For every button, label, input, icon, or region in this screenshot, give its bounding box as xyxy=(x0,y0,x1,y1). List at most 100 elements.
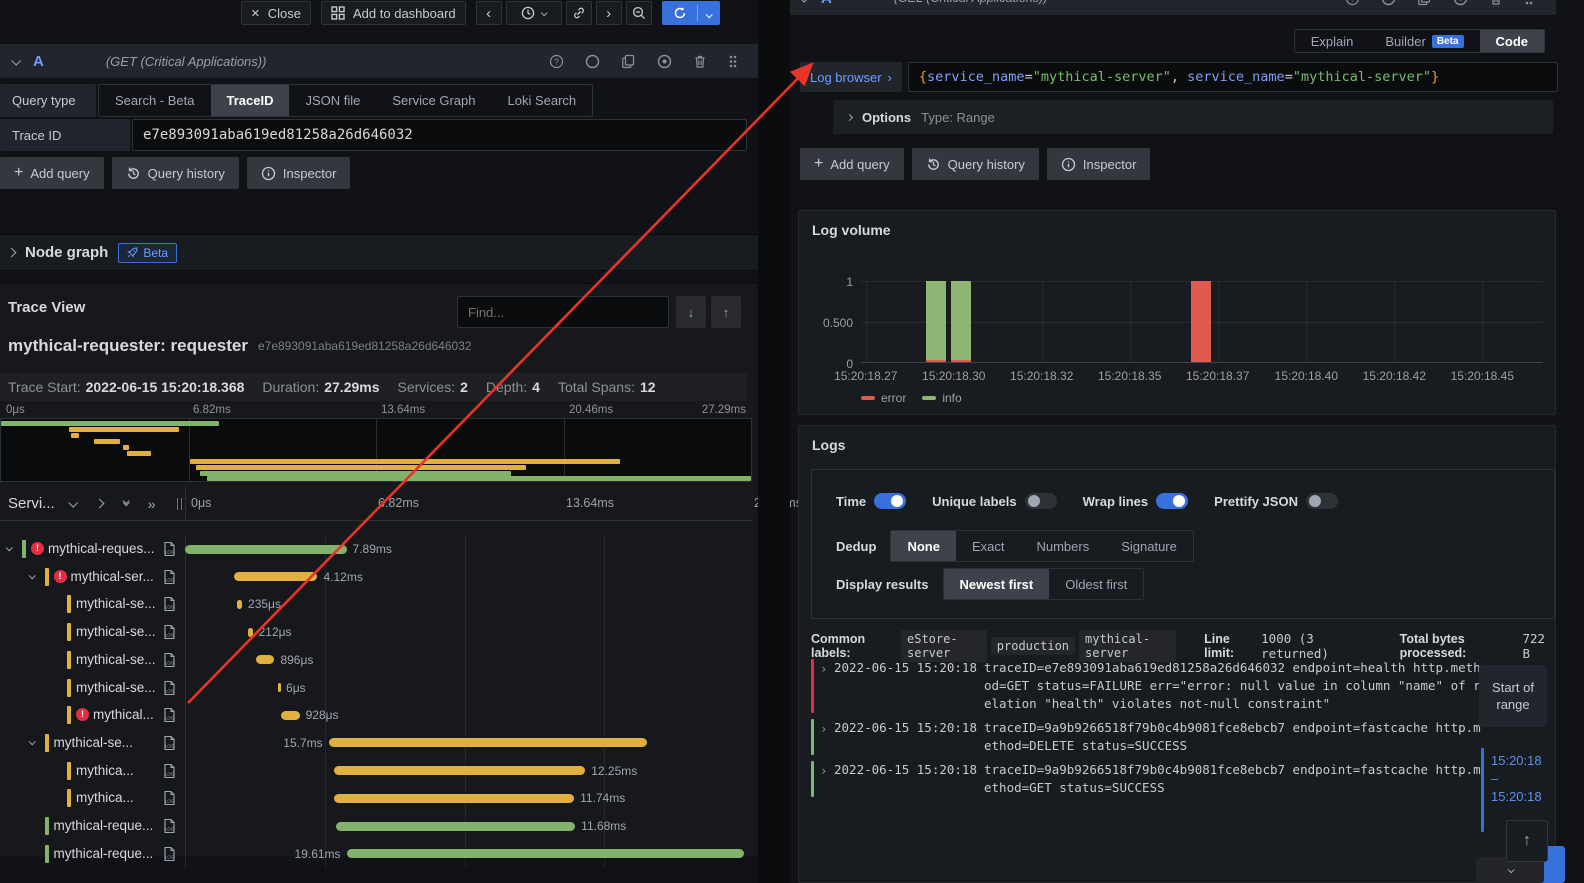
span-log-icon[interactable]: LOG xyxy=(162,790,177,809)
time-back-button[interactable]: ‹ xyxy=(476,1,502,25)
span-duration-bar[interactable] xyxy=(334,766,586,775)
span-row[interactable]: mythical-se...LOG212μs xyxy=(0,618,752,646)
legend-item-info[interactable]: info xyxy=(922,391,961,405)
query-type-tab-loki-search[interactable]: Loki Search xyxy=(491,85,592,116)
span-row[interactable]: !mythical...LOG928μs xyxy=(0,701,752,729)
time-range-picker[interactable] xyxy=(506,1,562,25)
span-name[interactable]: mythical-reques... xyxy=(48,541,155,556)
find-next-button[interactable]: ↓ xyxy=(676,296,706,328)
display-option-oldest-first[interactable]: Oldest first xyxy=(1049,569,1143,599)
span-duration-bar[interactable] xyxy=(329,738,648,747)
span-duration-bar[interactable] xyxy=(185,545,347,554)
disable-query-icon[interactable] xyxy=(585,54,600,69)
common-label-badge[interactable]: eStore-server xyxy=(901,630,987,662)
scroll-to-top-button[interactable]: ↑ xyxy=(1506,820,1548,862)
trace-id-input[interactable] xyxy=(132,119,747,151)
disable-query-icon[interactable] xyxy=(1381,0,1396,6)
inspector-button[interactable]: Inspector xyxy=(247,157,350,189)
add-query-button[interactable]: + Add query xyxy=(0,157,104,189)
span-log-icon[interactable]: LOG xyxy=(162,624,177,643)
span-row[interactable]: !mythical-reques...LOG7.89ms xyxy=(0,535,752,563)
span-name[interactable]: mythical-se... xyxy=(76,596,156,611)
left-query-row-header[interactable]: A (GET (Critical Applications)) ? xyxy=(0,44,758,78)
span-duration-bar[interactable] xyxy=(334,794,574,803)
span-name[interactable]: mythical-reque... xyxy=(54,818,154,833)
common-label-badge[interactable]: mythical-server xyxy=(1079,630,1176,662)
span-log-icon[interactable]: LOG xyxy=(162,652,177,671)
close-split-button[interactable]: × Close xyxy=(241,1,311,25)
query-history-button[interactable]: Query history xyxy=(112,157,239,189)
time-forward-button[interactable]: › xyxy=(596,1,622,25)
drag-handle-icon[interactable] xyxy=(728,54,738,69)
span-log-icon[interactable]: LOG xyxy=(162,569,177,588)
editor-mode-tab-explain[interactable]: Explain xyxy=(1295,30,1370,52)
log-row[interactable]: ›2022-06-15 15:20:18traceID=e7e893091aba… xyxy=(811,659,1486,713)
span-name[interactable]: mythical-se... xyxy=(54,735,134,750)
log-browser-button[interactable]: Log browser › xyxy=(800,62,902,92)
column-resize-grip[interactable] xyxy=(177,498,182,510)
help-icon[interactable]: ? xyxy=(549,54,564,69)
service-sort-chevron-icon[interactable] xyxy=(68,498,78,508)
log-expand-chevron-icon[interactable]: › xyxy=(820,719,834,755)
dedup-option-none[interactable]: None xyxy=(891,531,956,561)
toggle-switch[interactable] xyxy=(1156,493,1188,509)
span-duration-bar[interactable] xyxy=(336,822,575,831)
query-type-tab-json-file[interactable]: JSON file xyxy=(289,85,376,116)
span-row[interactable]: mythical-se...LOG896μs xyxy=(0,646,752,674)
span-log-icon[interactable]: LOG xyxy=(162,596,177,615)
hide-response-icon[interactable] xyxy=(1453,0,1468,6)
dedup-option-numbers[interactable]: Numbers xyxy=(1020,531,1105,561)
query-type-tab-search-beta[interactable]: Search - Beta xyxy=(99,85,211,116)
display-option-newest-first[interactable]: Newest first xyxy=(944,569,1050,599)
log-row[interactable]: ›2022-06-15 15:20:18traceID=9a9b9266518f… xyxy=(811,719,1486,755)
span-duration-bar[interactable] xyxy=(281,711,300,720)
zoom-out-button[interactable] xyxy=(626,1,652,25)
editor-mode-tab-builder[interactable]: BuilderBeta xyxy=(1369,30,1479,52)
span-log-icon[interactable]: LOG xyxy=(162,707,177,726)
expand-options-chevron-icon[interactable] xyxy=(846,113,853,120)
copy-query-icon[interactable] xyxy=(1417,0,1432,6)
span-row[interactable]: mythical-se...LOG235μs xyxy=(0,590,752,618)
chart-bar-info[interactable] xyxy=(951,281,971,362)
query-history-button[interactable]: Query history xyxy=(912,148,1039,180)
toggle-switch[interactable] xyxy=(1025,493,1057,509)
run-interval-dropdown[interactable] xyxy=(698,6,719,21)
span-name[interactable]: mythical... xyxy=(93,707,154,722)
log-expand-chevron-icon[interactable]: › xyxy=(820,761,834,797)
span-duration-bar[interactable] xyxy=(278,683,281,692)
span-log-icon[interactable]: LOG xyxy=(162,818,177,837)
span-name[interactable]: mythical-ser... xyxy=(71,569,154,584)
trace-minimap[interactable] xyxy=(0,418,752,482)
add-to-dashboard-button[interactable]: Add to dashboard xyxy=(321,1,466,25)
inspector-button[interactable]: Inspector xyxy=(1047,148,1150,180)
find-input[interactable] xyxy=(457,296,669,328)
hide-response-icon[interactable] xyxy=(657,54,672,69)
remove-query-icon[interactable] xyxy=(1489,0,1503,6)
share-link-button[interactable] xyxy=(566,1,592,25)
collapse-query-chevron-icon[interactable] xyxy=(11,55,21,65)
span-expander-chevron-icon[interactable] xyxy=(6,544,13,551)
span-name[interactable]: mythical-reque... xyxy=(54,846,154,861)
span-name[interactable]: mythica... xyxy=(76,763,134,778)
log-row[interactable]: ›2022-06-15 15:20:18traceID=9a9b9266518f… xyxy=(811,761,1486,797)
collapse-all-icon[interactable] xyxy=(123,502,128,506)
span-duration-bar[interactable] xyxy=(347,849,744,858)
span-duration-bar[interactable] xyxy=(256,655,274,664)
help-icon[interactable]: ? xyxy=(1345,0,1360,6)
span-name[interactable]: mythical-se... xyxy=(76,680,156,695)
span-duration-bar[interactable] xyxy=(248,628,252,637)
query-options-row[interactable]: Options Type: Range xyxy=(833,100,1553,134)
span-log-icon[interactable]: LOG xyxy=(162,735,177,754)
query-type-tab-traceid[interactable]: TraceID xyxy=(211,85,290,116)
span-row[interactable]: !mythical-ser...LOG4.12ms xyxy=(0,563,752,591)
legend-item-error[interactable]: error xyxy=(861,391,906,405)
span-name[interactable]: mythica... xyxy=(76,790,134,805)
span-row[interactable]: mythical-reque...LOG11.68ms xyxy=(0,812,752,840)
dedup-option-signature[interactable]: Signature xyxy=(1105,531,1193,561)
collapse-one-icon[interactable] xyxy=(94,499,104,509)
span-name[interactable]: mythical-se... xyxy=(76,652,156,667)
common-label-badge[interactable]: production xyxy=(991,637,1075,655)
chart-bar-info[interactable] xyxy=(926,281,946,362)
pane-divider[interactable] xyxy=(758,0,790,883)
right-query-row-header[interactable]: A (GEL (Critical Applications)) ? xyxy=(790,0,1556,15)
